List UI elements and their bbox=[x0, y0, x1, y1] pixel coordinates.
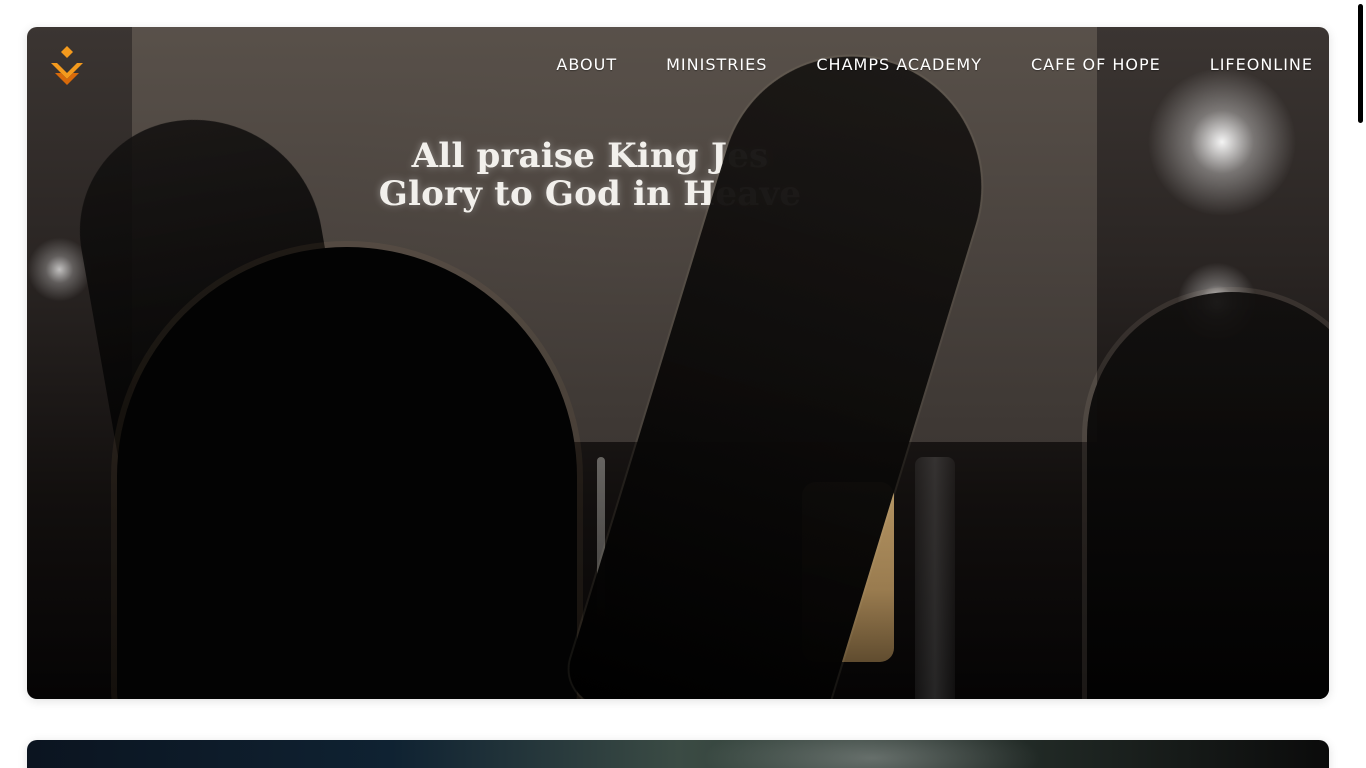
next-section-image bbox=[27, 740, 1329, 768]
scrollbar-thumb[interactable] bbox=[1358, 4, 1363, 123]
vertical-scrollbar[interactable] bbox=[1354, 0, 1366, 768]
audience-silhouette bbox=[1087, 292, 1329, 699]
nav-item-about[interactable]: ABOUT bbox=[556, 55, 617, 75]
stage-light bbox=[1147, 67, 1297, 217]
page: All praise King Jes Glory to God in Heav… bbox=[0, 0, 1366, 768]
main-nav: ABOUT MINISTRIES CHAMPS ACADEMY CAFE OF … bbox=[556, 55, 1313, 75]
nav-item-champs-academy[interactable]: CHAMPS ACADEMY bbox=[816, 55, 982, 75]
glass-podium bbox=[915, 457, 955, 699]
audience-silhouette bbox=[117, 247, 577, 699]
nav-item-cafe-of-hope[interactable]: CAFE OF HOPE bbox=[1031, 55, 1161, 75]
logo-icon[interactable] bbox=[41, 43, 93, 95]
hero-image: All praise King Jes Glory to God in Heav… bbox=[27, 27, 1329, 699]
nav-item-lifeonline[interactable]: LIFEONLINE bbox=[1210, 55, 1313, 75]
nav-item-ministries[interactable]: MINISTRIES bbox=[666, 55, 767, 75]
